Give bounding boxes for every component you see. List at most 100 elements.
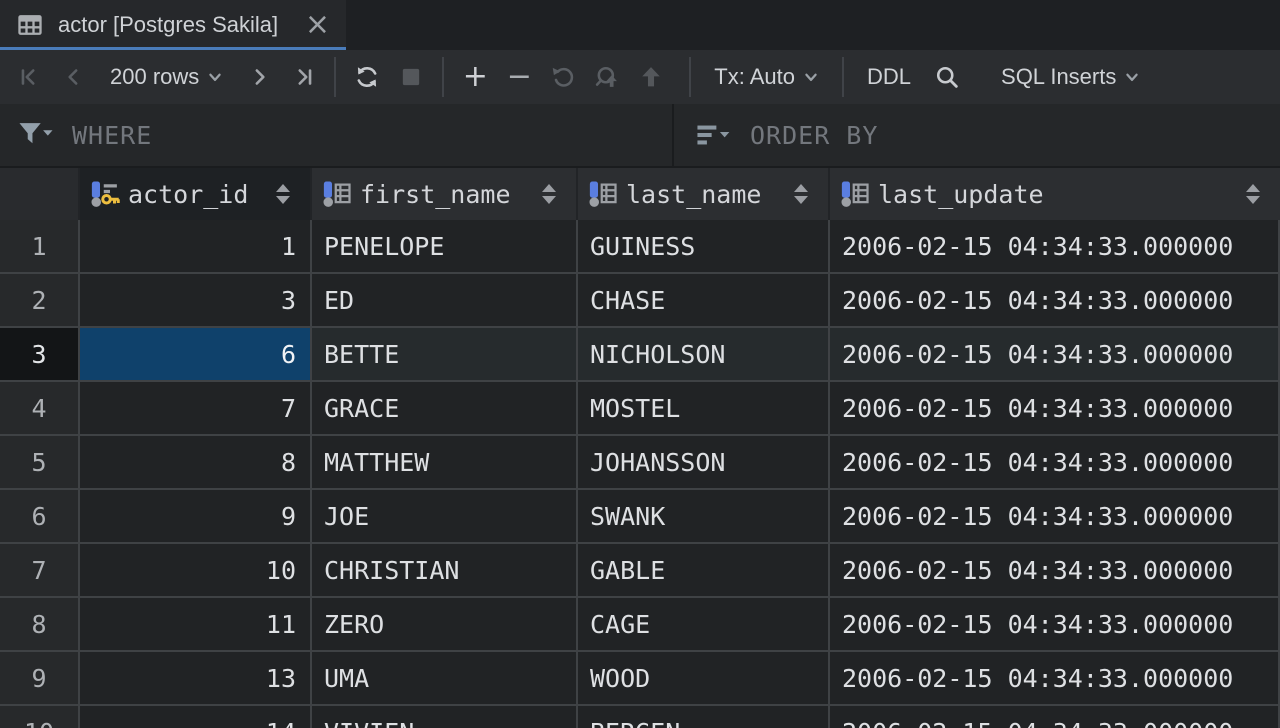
- row-number[interactable]: 7: [0, 544, 80, 598]
- cell-actor_id[interactable]: 8: [80, 436, 312, 490]
- cell-last_update[interactable]: 2006-02-15 04:34:33.000000: [830, 274, 1280, 328]
- table-row: 710CHRISTIANGABLE2006-02-15 04:34:33.000…: [0, 544, 1280, 598]
- ddl-button[interactable]: DDL: [853, 55, 925, 99]
- cell-actor_id[interactable]: 3: [80, 274, 312, 328]
- chevron-down-icon: [1124, 69, 1140, 85]
- cell-actor_id[interactable]: 7: [80, 382, 312, 436]
- cell-last_update[interactable]: 2006-02-15 04:34:33.000000: [830, 382, 1280, 436]
- search-icon: [933, 63, 961, 91]
- revert-icon: [549, 63, 577, 91]
- cell-first_name[interactable]: VIVIEN: [312, 706, 578, 728]
- last-page-button[interactable]: [281, 55, 325, 99]
- cell-last_update[interactable]: 2006-02-15 04:34:33.000000: [830, 706, 1280, 728]
- submit-changes-button[interactable]: [629, 55, 673, 99]
- table-row: 47GRACEMOSTEL2006-02-15 04:34:33.000000: [0, 382, 1280, 436]
- search-button[interactable]: [925, 55, 969, 99]
- page-size-label: 200 rows: [110, 64, 199, 90]
- previous-page-button[interactable]: [52, 55, 96, 99]
- row-number[interactable]: 1: [0, 220, 80, 274]
- where-label: WHERE: [72, 121, 152, 150]
- cell-last_name[interactable]: GUINESS: [578, 220, 830, 274]
- row-number[interactable]: 6: [0, 490, 80, 544]
- cell-first_name[interactable]: BETTE: [312, 328, 578, 382]
- transaction-mode-selector[interactable]: Tx: Auto: [700, 55, 833, 99]
- table-row: 1014VIVIENBERGEN2006-02-15 04:34:33.0000…: [0, 706, 1280, 728]
- row-number[interactable]: 4: [0, 382, 80, 436]
- row-number[interactable]: 10: [0, 706, 80, 728]
- column-header-actor-id[interactable]: actor_id: [80, 168, 312, 220]
- revert-changes-button[interactable]: [541, 55, 585, 99]
- cell-last_name[interactable]: CAGE: [578, 598, 830, 652]
- cell-last_update[interactable]: 2006-02-15 04:34:33.000000: [830, 652, 1280, 706]
- cell-first_name[interactable]: ED: [312, 274, 578, 328]
- toolbar-separator: [442, 57, 444, 97]
- row-number[interactable]: 2: [0, 274, 80, 328]
- submit-icon: [637, 63, 665, 91]
- cell-first_name[interactable]: MATTHEW: [312, 436, 578, 490]
- cell-actor_id[interactable]: 9: [80, 490, 312, 544]
- sort-toggle-icon[interactable]: [1246, 184, 1260, 204]
- next-page-button[interactable]: [237, 55, 281, 99]
- cell-actor_id[interactable]: 10: [80, 544, 312, 598]
- row-number[interactable]: 3: [0, 328, 80, 382]
- first-page-button[interactable]: [8, 55, 52, 99]
- row-number[interactable]: 5: [0, 436, 80, 490]
- cell-last_name[interactable]: MOSTEL: [578, 382, 830, 436]
- cell-actor_id[interactable]: 11: [80, 598, 312, 652]
- grid-header-row: actor_id first_name: [0, 168, 1280, 220]
- cell-first_name[interactable]: GRACE: [312, 382, 578, 436]
- cell-last_name[interactable]: SWANK: [578, 490, 830, 544]
- preview-pending-changes-button[interactable]: [585, 55, 629, 99]
- cell-last_update[interactable]: 2006-02-15 04:34:33.000000: [830, 544, 1280, 598]
- order-by-label: ORDER BY: [750, 121, 878, 150]
- cell-last_name[interactable]: BERGEN: [578, 706, 830, 728]
- cell-actor_id[interactable]: 13: [80, 652, 312, 706]
- order-by-input[interactable]: ORDER BY: [674, 104, 1280, 166]
- close-icon[interactable]: ×: [305, 10, 330, 40]
- filter-bar: WHERE ORDER BY: [0, 104, 1280, 168]
- select-all-corner[interactable]: [0, 168, 80, 220]
- table-row: 811ZEROCAGE2006-02-15 04:34:33.000000: [0, 598, 1280, 652]
- column-header-first-name[interactable]: first_name: [312, 168, 578, 220]
- cell-first_name[interactable]: PENELOPE: [312, 220, 578, 274]
- cell-first_name[interactable]: UMA: [312, 652, 578, 706]
- export-format-selector[interactable]: SQL Inserts: [987, 55, 1154, 99]
- column-name: actor_id: [128, 180, 248, 209]
- toolbar-separator: [842, 57, 844, 97]
- export-format-label: SQL Inserts: [1001, 64, 1116, 90]
- cell-last_update[interactable]: 2006-02-15 04:34:33.000000: [830, 598, 1280, 652]
- delete-row-button[interactable]: −: [497, 55, 541, 99]
- sort-toggle-icon[interactable]: [794, 184, 808, 204]
- cell-last_name[interactable]: NICHOLSON: [578, 328, 830, 382]
- cell-last_name[interactable]: GABLE: [578, 544, 830, 598]
- row-number[interactable]: 8: [0, 598, 80, 652]
- add-row-icon: +: [463, 62, 488, 92]
- stop-query-button[interactable]: [389, 55, 433, 99]
- first-page-icon: [17, 64, 43, 90]
- add-row-button[interactable]: +: [453, 55, 497, 99]
- cell-last_update[interactable]: 2006-02-15 04:34:33.000000: [830, 328, 1280, 382]
- sort-toggle-icon[interactable]: [276, 184, 290, 204]
- page-size-selector[interactable]: 200 rows: [96, 55, 237, 99]
- editor-tab-bar: actor [Postgres Sakila] ×: [0, 0, 1280, 50]
- cell-first_name[interactable]: CHRISTIAN: [312, 544, 578, 598]
- cell-actor_id[interactable]: 14: [80, 706, 312, 728]
- row-number[interactable]: 9: [0, 652, 80, 706]
- cell-actor_id[interactable]: 6: [80, 328, 312, 382]
- cell-actor_id[interactable]: 1: [80, 220, 312, 274]
- cell-last_update[interactable]: 2006-02-15 04:34:33.000000: [830, 490, 1280, 544]
- column-header-last-name[interactable]: last_name: [578, 168, 830, 220]
- reload-data-button[interactable]: [345, 55, 389, 99]
- cell-first_name[interactable]: ZERO: [312, 598, 578, 652]
- cell-last_name[interactable]: JOHANSSON: [578, 436, 830, 490]
- sort-toggle-icon[interactable]: [542, 184, 556, 204]
- cell-first_name[interactable]: JOE: [312, 490, 578, 544]
- cell-last_name[interactable]: WOOD: [578, 652, 830, 706]
- cell-last_name[interactable]: CHASE: [578, 274, 830, 328]
- cell-last_update[interactable]: 2006-02-15 04:34:33.000000: [830, 436, 1280, 490]
- column-icon: [322, 179, 352, 209]
- cell-last_update[interactable]: 2006-02-15 04:34:33.000000: [830, 220, 1280, 274]
- where-filter-input[interactable]: WHERE: [0, 104, 674, 166]
- column-header-last-update[interactable]: last_update: [830, 168, 1280, 220]
- tab-actor-table[interactable]: actor [Postgres Sakila] ×: [0, 0, 346, 50]
